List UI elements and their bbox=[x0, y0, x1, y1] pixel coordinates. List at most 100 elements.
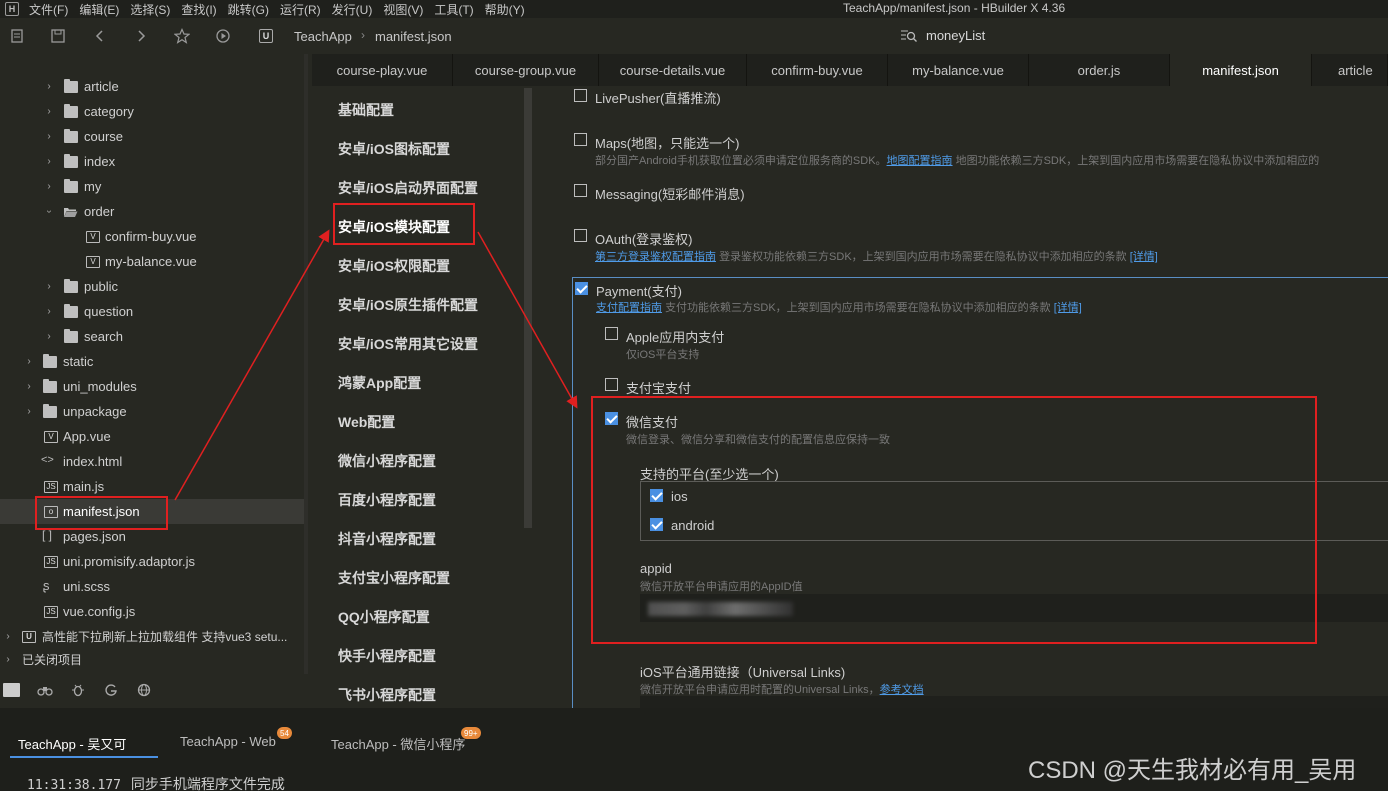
tab-course-details[interactable]: course-details.vue bbox=[599, 54, 747, 86]
livepusher-checkbox[interactable] bbox=[574, 89, 587, 102]
breadcrumb-file[interactable]: manifest.json bbox=[375, 29, 452, 44]
tree-folder-article[interactable]: › article bbox=[0, 74, 304, 99]
chevron-right-icon[interactable]: › bbox=[24, 381, 34, 392]
nav-native-plugins-config[interactable]: 安卓/iOS原生插件配置 bbox=[338, 295, 478, 315]
symbol-search[interactable]: moneyList bbox=[900, 28, 985, 43]
console-tab-wechat[interactable]: TeachApp - 微信小程序 bbox=[331, 734, 465, 753]
menu-edit[interactable]: 编辑(E) bbox=[79, 1, 119, 18]
project-manager-icon[interactable] bbox=[3, 683, 20, 697]
tree-closed-projects[interactable]: › 已关闭项目 bbox=[0, 647, 304, 672]
new-file-icon[interactable] bbox=[10, 28, 26, 44]
tab-my-balance[interactable]: my-balance.vue bbox=[888, 54, 1029, 86]
tab-confirm-buy[interactable]: confirm-buy.vue bbox=[747, 54, 888, 86]
tab-article[interactable]: article bbox=[1312, 54, 1388, 86]
chevron-right-icon[interactable]: › bbox=[44, 306, 54, 317]
nav-harmony-config[interactable]: 鸿蒙App配置 bbox=[338, 373, 421, 393]
tree-folder-order[interactable]: › order bbox=[0, 199, 304, 224]
save-icon[interactable] bbox=[50, 28, 66, 44]
tree-folder-unpackage[interactable]: › unpackage bbox=[0, 399, 304, 424]
nav-permissions-config[interactable]: 安卓/iOS权限配置 bbox=[338, 256, 450, 276]
config-nav-scrollbar[interactable] bbox=[524, 88, 532, 528]
tree-folder-public[interactable]: › public bbox=[0, 274, 304, 299]
chevron-right-icon[interactable]: › bbox=[3, 654, 13, 665]
nav-baidu-mp-config[interactable]: 百度小程序配置 bbox=[338, 490, 436, 510]
tree-file-vue-config[interactable]: JS vue.config.js bbox=[0, 599, 304, 624]
nav-qq-mp-config[interactable]: QQ小程序配置 bbox=[338, 607, 430, 627]
tree-file-index-html[interactable]: <> index.html bbox=[0, 449, 304, 474]
nav-alipay-mp-config[interactable]: 支付宝小程序配置 bbox=[338, 568, 450, 588]
tree-folder-search[interactable]: › search bbox=[0, 324, 304, 349]
menu-file[interactable]: 文件(F) bbox=[29, 1, 68, 18]
menu-goto[interactable]: 跳转(G) bbox=[228, 1, 269, 18]
payment-guide-link[interactable]: 支付配置指南 bbox=[596, 302, 662, 314]
breadcrumb-project[interactable]: TeachApp bbox=[294, 29, 352, 44]
messaging-checkbox[interactable] bbox=[574, 184, 587, 197]
maps-checkbox[interactable] bbox=[574, 133, 587, 146]
menu-help[interactable]: 帮助(Y) bbox=[485, 1, 525, 18]
star-icon[interactable] bbox=[174, 28, 190, 44]
console-tab-web[interactable]: TeachApp - Web bbox=[180, 734, 276, 749]
menu-view[interactable]: 视图(V) bbox=[383, 1, 423, 18]
chevron-right-icon[interactable]: › bbox=[44, 156, 54, 167]
tree-folder-course[interactable]: › course bbox=[0, 124, 304, 149]
tab-course-group[interactable]: course-group.vue bbox=[453, 54, 599, 86]
universal-links-doc-link[interactable]: 参考文档 bbox=[880, 684, 924, 696]
payment-detail-link[interactable]: [详情] bbox=[1054, 302, 1082, 314]
nav-feishu-mp-config[interactable]: 飞书小程序配置 bbox=[338, 685, 436, 705]
tree-folder-category[interactable]: › category bbox=[0, 99, 304, 124]
chevron-right-icon[interactable]: › bbox=[44, 106, 54, 117]
chevron-right-icon[interactable]: › bbox=[24, 406, 34, 417]
search-input[interactable]: moneyList bbox=[926, 28, 985, 43]
apple-pay-checkbox[interactable] bbox=[605, 327, 618, 340]
payment-checkbox[interactable] bbox=[575, 282, 588, 295]
nav-other-settings[interactable]: 安卓/iOS常用其它设置 bbox=[338, 334, 478, 354]
tree-file-promisify[interactable]: JS uni.promisify.adaptor.js bbox=[0, 549, 304, 574]
maps-guide-link[interactable]: 地图配置指南 bbox=[887, 155, 953, 167]
tree-scrollbar[interactable] bbox=[304, 54, 308, 674]
nav-douyin-mp-config[interactable]: 抖音小程序配置 bbox=[338, 529, 436, 549]
forward-icon[interactable] bbox=[133, 28, 149, 44]
back-icon[interactable] bbox=[92, 28, 108, 44]
menu-select[interactable]: 选择(S) bbox=[130, 1, 170, 18]
universal-links-input[interactable] bbox=[640, 696, 1388, 708]
nav-wechat-mp-config[interactable]: 微信小程序配置 bbox=[338, 451, 436, 471]
chevron-right-icon[interactable]: › bbox=[44, 131, 54, 142]
tree-file-app-vue[interactable]: V App.vue bbox=[0, 424, 304, 449]
tab-course-play[interactable]: course-play.vue bbox=[312, 54, 453, 86]
tree-file-my-balance[interactable]: Vmy-balance.vue bbox=[0, 249, 304, 274]
chevron-right-icon[interactable]: › bbox=[44, 331, 54, 342]
tree-folder-uni-modules[interactable]: › uni_modules bbox=[0, 374, 304, 399]
chevron-right-icon[interactable]: › bbox=[44, 81, 54, 92]
bug-icon[interactable] bbox=[70, 682, 86, 698]
chevron-right-icon[interactable]: › bbox=[24, 356, 34, 367]
run-icon[interactable] bbox=[215, 28, 231, 44]
tree-file-confirm-buy[interactable]: Vconfirm-buy.vue bbox=[0, 224, 304, 249]
menu-find[interactable]: 查找(I) bbox=[181, 1, 216, 18]
console-tab-app[interactable]: TeachApp - 吴又可 bbox=[18, 734, 126, 753]
oauth-guide-link[interactable]: 第三方登录鉴权配置指南 bbox=[595, 251, 716, 263]
nav-basic-config[interactable]: 基础配置 bbox=[338, 100, 394, 120]
chevron-right-icon[interactable]: › bbox=[3, 631, 13, 642]
tree-folder-static[interactable]: › static bbox=[0, 349, 304, 374]
menu-tools[interactable]: 工具(T) bbox=[434, 1, 473, 18]
tree-folder-index[interactable]: › index bbox=[0, 149, 304, 174]
nav-icon-config[interactable]: 安卓/iOS图标配置 bbox=[338, 139, 450, 159]
binoculars-icon[interactable] bbox=[37, 682, 53, 698]
tree-file-uni-scss[interactable]: ʂ uni.scss bbox=[0, 574, 304, 599]
tab-order-js[interactable]: order.js bbox=[1029, 54, 1170, 86]
nav-kuaishou-mp-config[interactable]: 快手小程序配置 bbox=[338, 646, 436, 666]
chevron-right-icon[interactable]: › bbox=[44, 181, 54, 192]
chevron-right-icon[interactable]: › bbox=[44, 281, 54, 292]
menu-run[interactable]: 运行(R) bbox=[280, 1, 321, 18]
nav-splash-config[interactable]: 安卓/iOS启动界面配置 bbox=[338, 178, 478, 198]
alipay-checkbox[interactable] bbox=[605, 378, 618, 391]
nav-web-config[interactable]: Web配置 bbox=[338, 412, 395, 432]
oauth-detail-link[interactable]: [详情] bbox=[1130, 251, 1158, 263]
chevron-down-icon[interactable]: › bbox=[44, 207, 55, 217]
menu-publish[interactable]: 发行(U) bbox=[332, 1, 373, 18]
tab-manifest-json[interactable]: manifest.json bbox=[1170, 54, 1312, 86]
globe-icon[interactable] bbox=[136, 682, 152, 698]
tree-folder-question[interactable]: › question bbox=[0, 299, 304, 324]
tree-folder-my[interactable]: › my bbox=[0, 174, 304, 199]
git-icon[interactable] bbox=[103, 682, 119, 698]
